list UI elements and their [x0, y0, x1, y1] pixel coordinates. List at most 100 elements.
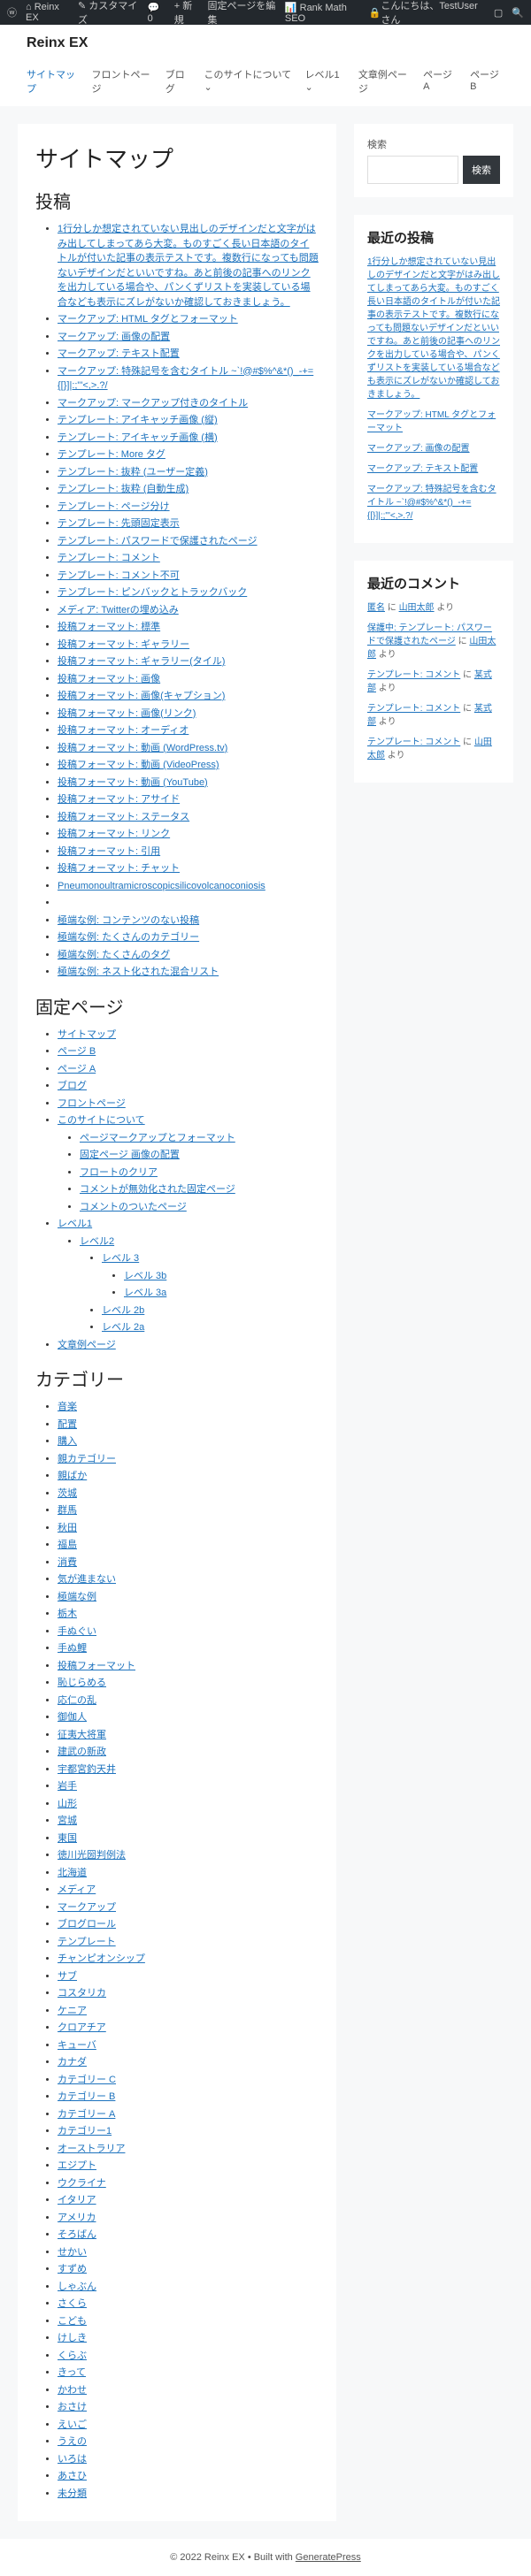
category-link[interactable]: そろばん: [58, 2229, 96, 2240]
post-link[interactable]: テンプレート: パスワードで保護されたページ: [58, 536, 258, 547]
category-link[interactable]: 岩手: [58, 1781, 77, 1792]
category-link[interactable]: 配置: [58, 1419, 77, 1430]
page-link[interactable]: レベル2: [80, 1236, 114, 1247]
category-link[interactable]: カナダ: [58, 2057, 87, 2068]
category-link[interactable]: イタリア: [58, 2195, 96, 2205]
post-link[interactable]: 投稿フォーマット: オーディオ: [58, 725, 189, 736]
category-link[interactable]: コスタリカ: [58, 1988, 106, 1999]
post-link[interactable]: テンプレート: コメント: [58, 553, 160, 563]
post-link[interactable]: テンプレート: More タグ: [58, 449, 165, 460]
post-link[interactable]: Pneumonoultramicroscopicsilicovolcanocon…: [58, 881, 266, 891]
page-link[interactable]: ページ B: [58, 1046, 96, 1057]
page-link[interactable]: フロントページ: [58, 1098, 126, 1109]
category-link[interactable]: くらぶ: [58, 2351, 87, 2361]
post-link[interactable]: マークアップ: 特殊記号を含むタイトル ~`!@#$%^&*()_-+={[}]…: [58, 366, 313, 392]
recent-post-link[interactable]: マークアップ: 特殊記号を含むタイトル ~`!@#$%^&*()_-+={[}]…: [367, 485, 496, 521]
category-link[interactable]: 建武の新政: [58, 1747, 106, 1757]
category-link[interactable]: しゃぶん: [58, 2282, 96, 2292]
category-link[interactable]: 北海道: [58, 1868, 87, 1878]
page-link[interactable]: レベル 3a: [124, 1288, 166, 1298]
category-link[interactable]: カテゴリー1: [58, 2126, 112, 2136]
post-link[interactable]: メディア: Twitterの埋め込み: [58, 605, 179, 615]
category-link[interactable]: 応仁の乱: [58, 1695, 96, 1706]
category-link[interactable]: マークアップ: [58, 1902, 116, 1913]
admin-new[interactable]: + 新規: [174, 0, 199, 27]
page-link[interactable]: レベル1: [58, 1219, 92, 1229]
post-link[interactable]: テンプレート: 抜粋 (自動生成): [58, 484, 189, 494]
comment-link[interactable]: テンプレート: コメント: [367, 738, 460, 747]
page-link[interactable]: このサイトについて: [58, 1115, 145, 1126]
page-link[interactable]: ページマークアップとフォーマット: [80, 1133, 235, 1143]
page-link[interactable]: コメントが無効化された固定ページ: [80, 1184, 235, 1195]
page-link[interactable]: ページ A: [58, 1064, 96, 1074]
post-link[interactable]: 極端な例: コンテンツのない投稿: [58, 915, 199, 926]
category-link[interactable]: あさひ: [58, 2471, 87, 2481]
admin-comments[interactable]: 💬 0: [148, 2, 165, 24]
post-link[interactable]: 極端な例: たくさんのタグ: [58, 950, 170, 960]
post-link[interactable]: テンプレート: ページ分け: [58, 501, 170, 512]
nav-item[interactable]: 文章例ページ: [358, 67, 411, 96]
nav-item[interactable]: レベル1 ⌄: [305, 67, 346, 96]
post-link[interactable]: 投稿フォーマット: アサイド: [58, 794, 180, 805]
post-link[interactable]: 投稿フォーマット: ギャラリー: [58, 639, 189, 650]
post-link[interactable]: 1行分しか想定されていない見出しのデザインだと文字がはみ出してしまってあら大変。…: [58, 224, 319, 308]
category-link[interactable]: 投稿フォーマット: [58, 1661, 135, 1671]
category-link[interactable]: 御伽人: [58, 1712, 87, 1723]
category-link[interactable]: せかい: [58, 2247, 87, 2258]
category-link[interactable]: 手ぬぐい: [58, 1626, 96, 1637]
post-link[interactable]: マークアップ: 画像の配置: [58, 332, 170, 342]
category-link[interactable]: 群馬: [58, 1505, 77, 1516]
category-link[interactable]: 購入: [58, 1436, 77, 1447]
avatar-icon[interactable]: ▢: [494, 7, 503, 19]
category-link[interactable]: きって: [58, 2367, 86, 2378]
post-link[interactable]: 投稿フォーマット: 動画 (WordPress.tv): [58, 743, 227, 753]
category-link[interactable]: うえの: [58, 2436, 87, 2447]
page-link[interactable]: サイトマップ: [58, 1029, 116, 1040]
recent-post-link[interactable]: 1行分しか想定されていない見出しのデザインだと文字がはみ出してしまってあら大変。…: [367, 257, 500, 400]
comment-link[interactable]: テンプレート: コメント: [367, 704, 460, 714]
admin-edit[interactable]: 固定ページを編集: [208, 0, 276, 27]
admin-rankmath[interactable]: 📊 Rank Math SEO: [285, 2, 360, 24]
post-link[interactable]: 投稿フォーマット: 画像(リンク): [58, 708, 196, 719]
nav-item[interactable]: フロントページ: [92, 67, 153, 96]
page-link[interactable]: フロートのクリア: [80, 1167, 158, 1178]
comment-link[interactable]: テンプレート: コメント: [367, 670, 460, 680]
post-link[interactable]: 投稿フォーマット: 動画 (YouTube): [58, 777, 208, 788]
category-link[interactable]: 音楽: [58, 1402, 77, 1412]
post-link[interactable]: テンプレート: 抜粋 (ユーザー定義): [58, 467, 208, 478]
post-link[interactable]: マークアップ: テキスト配置: [58, 348, 180, 359]
category-link[interactable]: 極端な例: [58, 1592, 96, 1602]
category-link[interactable]: 親カテゴリー: [58, 1454, 116, 1464]
post-link[interactable]: テンプレート: アイキャッチ画像 (縦): [58, 415, 218, 425]
category-link[interactable]: 宮城: [58, 1815, 77, 1826]
post-link[interactable]: 極端な例: ネスト化された混合リスト: [58, 967, 219, 977]
category-link[interactable]: アメリカ: [58, 2213, 96, 2223]
page-link[interactable]: ブログ: [58, 1081, 87, 1091]
category-link[interactable]: クロアチア: [58, 2022, 106, 2033]
category-link[interactable]: ブログロール: [58, 1919, 116, 1930]
category-link[interactable]: サブ: [58, 1971, 77, 1982]
recent-post-link[interactable]: マークアップ: 画像の配置: [367, 444, 470, 454]
nav-item[interactable]: サイトマップ: [27, 67, 80, 96]
post-link[interactable]: 投稿フォーマット: 画像(キャプション): [58, 691, 225, 701]
page-link[interactable]: 固定ページ 画像の配置: [80, 1150, 180, 1160]
comment-author-link[interactable]: 山田太郎: [399, 603, 435, 613]
post-link[interactable]: 投稿フォーマット: 標準: [58, 622, 160, 632]
post-link[interactable]: テンプレート: コメント不可: [58, 570, 180, 581]
category-link[interactable]: 茨城: [58, 1488, 77, 1499]
page-link[interactable]: レベル 3b: [124, 1271, 166, 1281]
category-link[interactable]: カテゴリー A: [58, 2109, 115, 2120]
recent-post-link[interactable]: マークアップ: テキスト配置: [367, 464, 478, 474]
comment-link[interactable]: 匿名: [367, 603, 385, 613]
category-link[interactable]: おさけ: [58, 2402, 87, 2412]
category-link[interactable]: 消費: [58, 1557, 77, 1568]
post-link[interactable]: 投稿フォーマット: チャット: [58, 863, 180, 874]
category-link[interactable]: 手ぬ鯉: [58, 1643, 87, 1654]
wp-logo-icon[interactable]: ⓦ: [7, 5, 17, 19]
post-link[interactable]: マークアップ: マークアップ付きのタイトル: [58, 398, 248, 409]
recent-post-link[interactable]: マークアップ: HTML タグとフォーマット: [367, 410, 496, 433]
nav-item[interactable]: ページ A: [423, 67, 458, 96]
admin-site[interactable]: ⌂ Reinx EX: [26, 2, 69, 23]
category-link[interactable]: 徳川光圀判例法: [58, 1850, 126, 1861]
category-link[interactable]: ケニア: [58, 2006, 87, 2016]
